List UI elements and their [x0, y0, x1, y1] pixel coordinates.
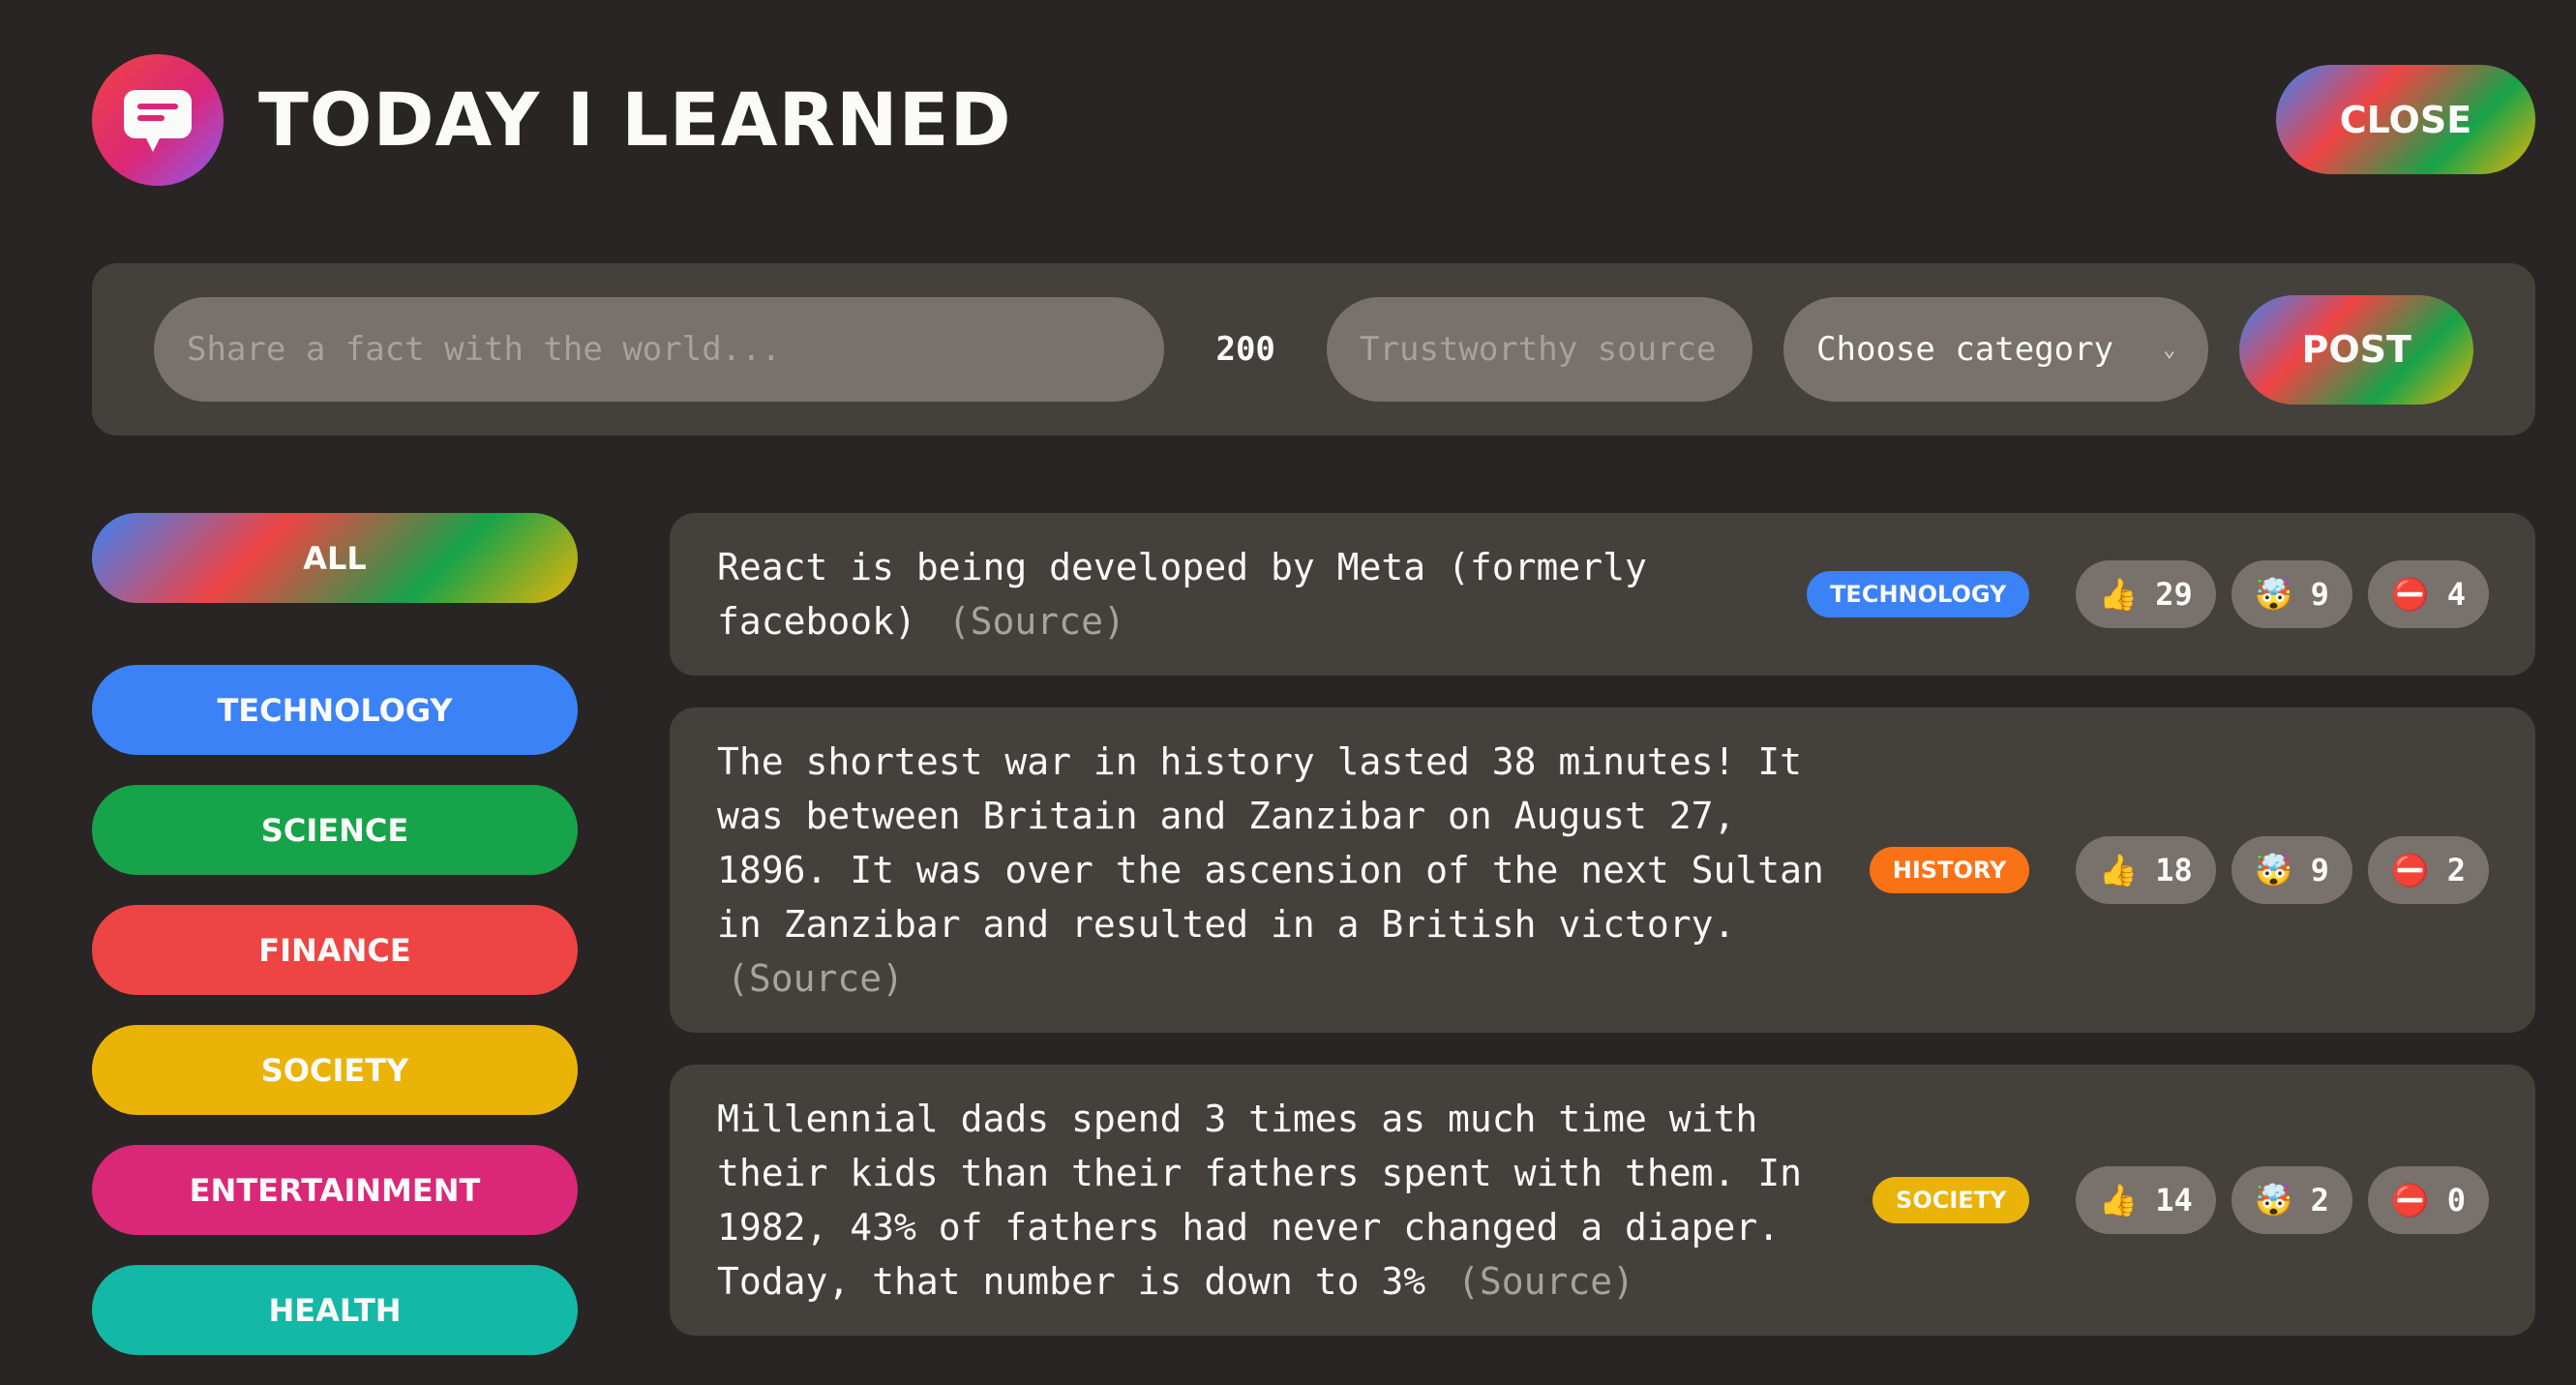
vote-false-button[interactable]: ⛔️ 2 [2367, 836, 2489, 904]
vote-count: 29 [2155, 576, 2193, 613]
category-technology-button[interactable]: Technology [92, 665, 578, 755]
source-link[interactable]: (Source) [948, 600, 1125, 643]
category-select-value: Choose category [1816, 330, 2114, 369]
exploding-head-icon: 🤯 [2254, 1182, 2293, 1219]
new-fact-form: 200 Choose category ⌄ Post [92, 263, 2535, 436]
fact-input[interactable] [154, 297, 1165, 402]
vote-count: 9 [2310, 576, 2329, 613]
fact-item: The shortest war in history lasted 38 mi… [670, 708, 2535, 1033]
vote-mindblowing-button[interactable]: 🤯 9 [2231, 560, 2352, 628]
vote-count: 2 [2446, 852, 2466, 888]
post-button[interactable]: Post [2239, 294, 2473, 405]
vote-count: 9 [2310, 852, 2329, 888]
category-tag: Society [1872, 1177, 2030, 1223]
vote-buttons: 👍 14 🤯 2 ⛔️ 0 [2076, 1166, 2489, 1234]
exploding-head-icon: 🤯 [2254, 576, 2293, 613]
vote-buttons: 👍 18 🤯 9 ⛔️ 2 [2076, 836, 2489, 904]
source-input[interactable] [1327, 297, 1753, 402]
page-title: Today I Learned [258, 76, 1012, 163]
chevron-down-icon: ⌄ [2163, 337, 2176, 362]
fact-item: Millennial dads spend 3 times as much ti… [670, 1065, 2535, 1336]
facts-list: React is being developed by Meta (former… [670, 513, 2535, 1368]
category-tag: History [1869, 847, 2030, 893]
category-sidebar: All Technology Science Finance Society E… [92, 513, 578, 1385]
vote-mindblowing-button[interactable]: 🤯 9 [2231, 836, 2352, 904]
fact-text: React is being developed by Meta (former… [717, 546, 1647, 643]
thumbs-up-icon: 👍 [2099, 1182, 2139, 1219]
vote-count: 14 [2155, 1182, 2193, 1219]
source-link[interactable]: (Source) [1457, 1260, 1634, 1303]
vote-count: 18 [2155, 852, 2193, 888]
vote-false-button[interactable]: ⛔️ 4 [2367, 560, 2489, 628]
no-entry-icon: ⛔️ [2390, 852, 2430, 888]
exploding-head-icon: 🤯 [2254, 852, 2293, 888]
vote-mindblowing-button[interactable]: 🤯 2 [2231, 1166, 2352, 1234]
category-select[interactable]: Choose category ⌄ [1783, 297, 2209, 402]
speech-bubble-icon [92, 53, 224, 186]
close-button[interactable]: Close [2276, 65, 2535, 174]
fact-text-container: React is being developed by Meta (former… [717, 540, 1807, 648]
no-entry-icon: ⛔️ [2390, 1182, 2430, 1219]
fact-text-container: Millennial dads spend 3 times as much ti… [717, 1092, 1830, 1309]
source-link[interactable]: (Source) [727, 957, 904, 1000]
thumbs-up-icon: 👍 [2099, 576, 2139, 613]
fact-text-container: The shortest war in history lasted 38 mi… [717, 735, 1830, 1006]
thumbs-up-icon: 👍 [2099, 852, 2139, 888]
vote-interesting-button[interactable]: 👍 18 [2076, 836, 2216, 904]
category-tag: Technology [1807, 571, 2030, 617]
vote-interesting-button[interactable]: 👍 29 [2076, 560, 2216, 628]
category-health-button[interactable]: Health [92, 1265, 578, 1355]
vote-false-button[interactable]: ⛔️ 0 [2367, 1166, 2489, 1234]
vote-count: 2 [2310, 1182, 2329, 1219]
category-entertainment-button[interactable]: Entertainment [92, 1145, 578, 1235]
vote-interesting-button[interactable]: 👍 14 [2076, 1166, 2216, 1234]
header: Today I Learned Close [92, 53, 2535, 186]
no-entry-icon: ⛔️ [2390, 576, 2430, 613]
vote-buttons: 👍 29 🤯 9 ⛔️ 4 [2076, 560, 2489, 628]
fact-item: React is being developed by Meta (former… [670, 513, 2535, 676]
category-science-button[interactable]: Science [92, 785, 578, 875]
vote-count: 4 [2446, 576, 2466, 613]
category-finance-button[interactable]: Finance [92, 905, 578, 995]
fact-text: Millennial dads spend 3 times as much ti… [717, 1098, 1803, 1303]
brand: Today I Learned [92, 53, 1012, 186]
vote-count: 0 [2446, 1182, 2466, 1219]
fact-text: The shortest war in history lasted 38 mi… [717, 740, 1824, 946]
char-count: 200 [1215, 330, 1275, 369]
category-society-button[interactable]: Society [92, 1025, 578, 1115]
category-all-button[interactable]: All [92, 513, 578, 603]
